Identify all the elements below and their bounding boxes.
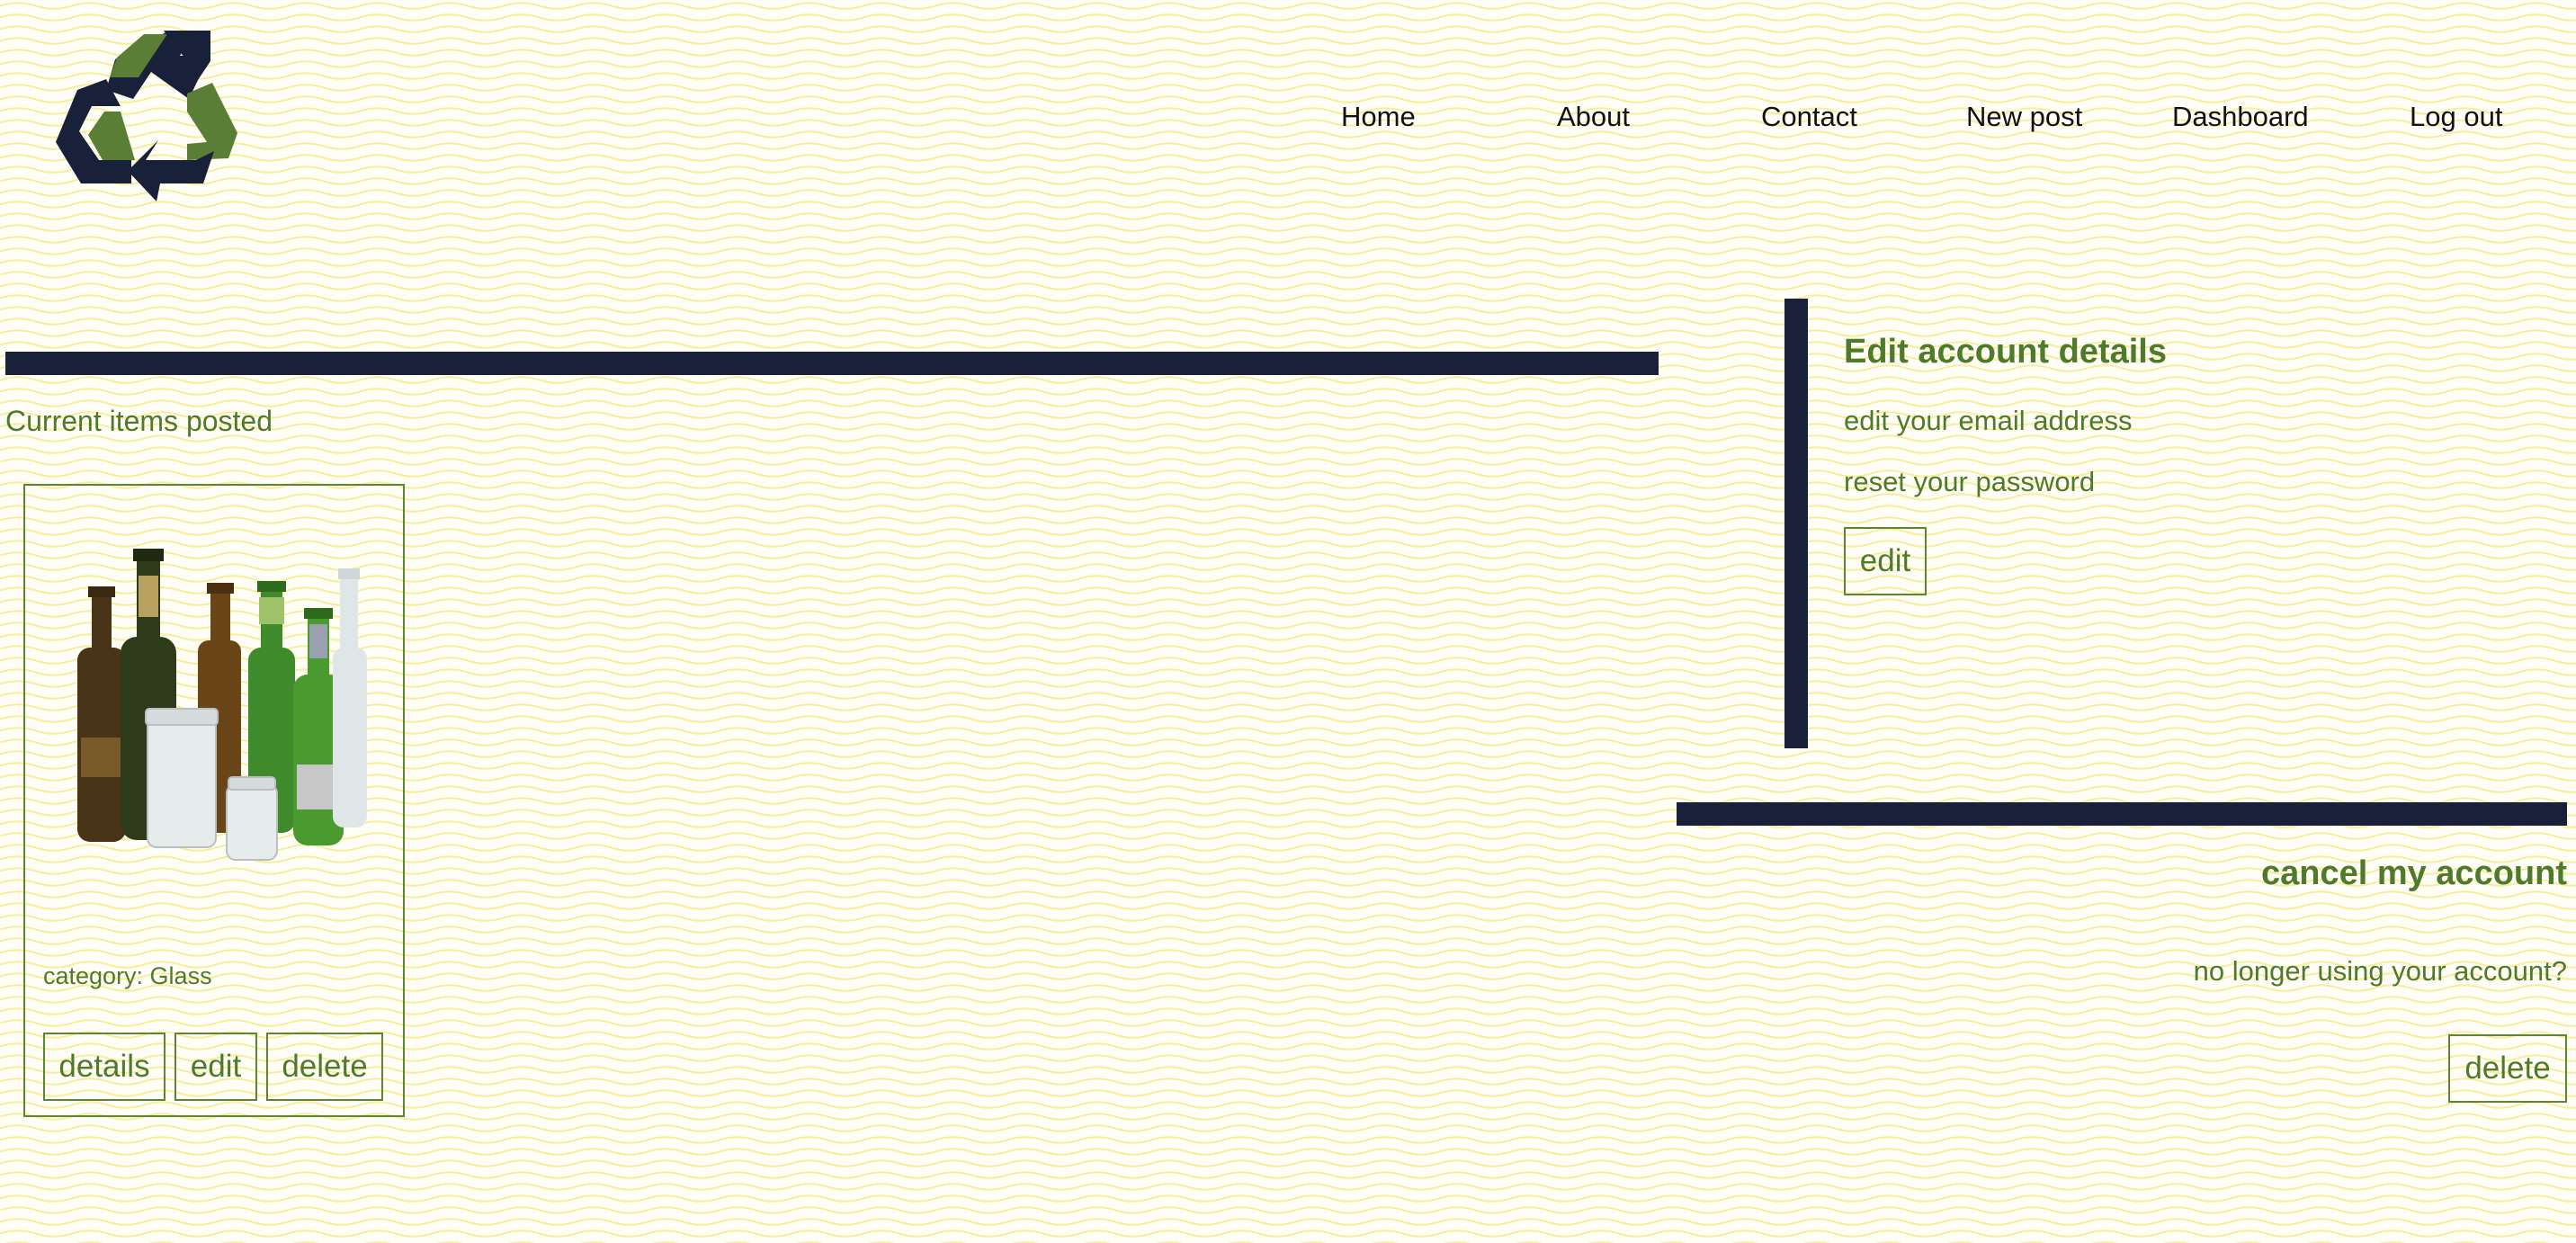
edit-account-button[interactable]: edit [1844, 527, 1927, 595]
recycle-logo[interactable] [52, 25, 237, 201]
edit-account-title: Edit account details [1844, 333, 2167, 371]
cancel-account-text: no longer using your account? [2193, 955, 2567, 987]
glass-bottles-image [77, 549, 367, 861]
item-card: category: Glass details edit delete [23, 484, 405, 1117]
nav-about[interactable]: About [1557, 101, 1630, 133]
edit-email-text: edit your email address [1844, 405, 2133, 436]
section-divider [5, 352, 1659, 375]
nav-new-post[interactable]: New post [1966, 101, 2082, 133]
items-section-title: Current items posted [5, 405, 273, 437]
item-details-button[interactable]: details [43, 1033, 165, 1101]
item-delete-button[interactable]: delete [266, 1033, 383, 1101]
nav-contact[interactable]: Contact [1761, 101, 1857, 133]
account-divider-vertical [1784, 299, 1808, 748]
item-category: category: Glass [43, 962, 212, 989]
account-divider-horizontal [1677, 802, 2567, 826]
nav-log-out[interactable]: Log out [2410, 101, 2502, 133]
cancel-account-title: cancel my account [2260, 854, 2567, 892]
main-nav: Home About Contact New post Dashboard Lo… [1277, 101, 2527, 140]
delete-account-button[interactable]: delete [2448, 1034, 2567, 1103]
nav-dashboard[interactable]: Dashboard [2172, 101, 2309, 133]
item-edit-button[interactable]: edit [174, 1033, 257, 1101]
recycle-icon [56, 31, 237, 201]
nav-home[interactable]: Home [1341, 101, 1416, 133]
reset-password-text: reset your password [1844, 466, 2096, 497]
